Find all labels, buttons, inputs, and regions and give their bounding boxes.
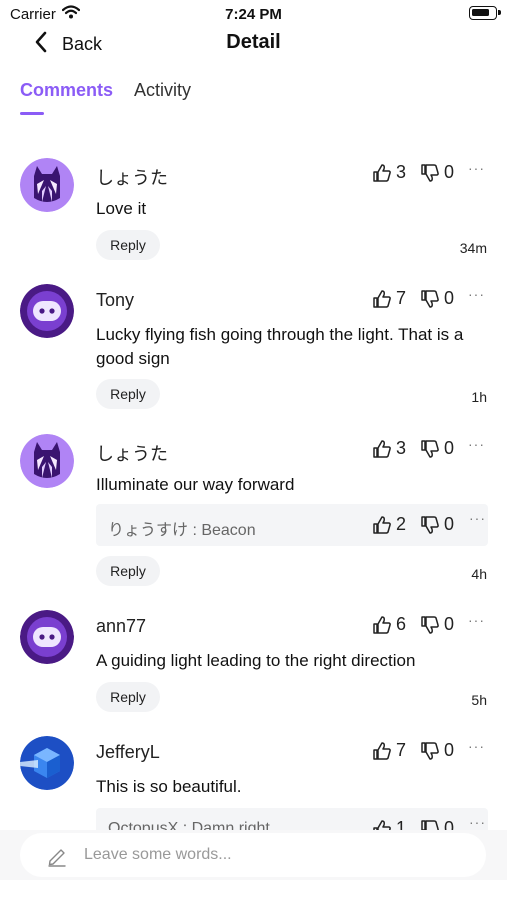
thumbs-up-icon (373, 615, 391, 634)
like-count: 3 (396, 438, 407, 458)
dislike-count: 0 (444, 438, 455, 458)
thumbs-up-icon (373, 819, 391, 830)
thumbs-up-icon (373, 439, 391, 458)
comment-author: しょうた (96, 444, 168, 464)
thumbs-up-icon (373, 163, 391, 182)
more-options-icon[interactable]: ··· (469, 510, 486, 526)
comment-text: Lucky flying fish going through the ligh… (96, 325, 464, 368)
dislike-count: 0 (444, 614, 455, 634)
comment-input[interactable]: Leave some words... (20, 833, 486, 877)
reply-button[interactable]: Reply (96, 556, 160, 586)
page-title: Detail (226, 31, 281, 53)
blue-cube-avatar-icon (20, 736, 74, 790)
dislike-button[interactable]: 0 (420, 438, 454, 459)
comment-input-bar: Leave some words... (0, 830, 507, 880)
reply-button[interactable]: Reply (96, 682, 160, 712)
comment-author: JefferyL (96, 742, 160, 762)
more-options-icon[interactable]: ··· (468, 160, 485, 176)
dislike-button[interactable]: 0 (420, 614, 454, 635)
purple-robot-avatar-icon (20, 284, 74, 338)
like-count: 2 (396, 514, 407, 534)
pencil-icon (46, 845, 68, 872)
avatar[interactable] (20, 158, 74, 212)
dislike-count: 0 (444, 162, 455, 182)
comment-author: しょうた (96, 168, 168, 188)
comment-author: Tony (96, 290, 135, 310)
like-button[interactable]: 7 (372, 740, 406, 761)
dislike-button[interactable]: 0 (420, 162, 454, 183)
avatar[interactable] (20, 610, 74, 664)
like-button[interactable]: 3 (372, 162, 406, 183)
like-button[interactable]: 3 (372, 438, 406, 459)
thumbs-down-icon (421, 615, 439, 634)
like-button[interactable]: 6 (372, 614, 406, 635)
nested-reply[interactable]: りょうすけ : Beacon 2 0 ··· (96, 504, 488, 546)
comment-text: A guiding light leading to the right dir… (96, 651, 416, 670)
nested-reply[interactable]: OctopusX : Damn right 1 0 ··· (96, 808, 488, 830)
more-options-icon[interactable]: ··· (468, 612, 485, 628)
nested-reply-text: りょうすけ : Beacon (108, 522, 256, 539)
comment-timestamp: 5h (471, 692, 487, 708)
like-count: 7 (396, 288, 407, 308)
comment-timestamp: 1h (471, 389, 487, 405)
dislike-button[interactable]: 0 (420, 288, 454, 309)
avatar[interactable] (20, 284, 74, 338)
more-options-icon[interactable]: ··· (469, 814, 486, 830)
thumbs-up-icon (373, 289, 391, 308)
more-options-icon[interactable]: ··· (468, 436, 485, 452)
like-button[interactable]: 1 (372, 818, 406, 830)
status-bar: Carrier 7:24 PM (0, 0, 507, 28)
reply-button[interactable]: Reply (96, 379, 160, 409)
tab-activity[interactable]: Activity (134, 80, 191, 101)
thumbs-down-icon (421, 289, 439, 308)
dislike-button[interactable]: 0 (420, 514, 454, 535)
nested-reply-text: OctopusX : Damn right (108, 820, 270, 830)
thumbs-down-icon (421, 163, 439, 182)
comment-author: ann77 (96, 616, 147, 636)
comment-text: Love it (96, 199, 147, 218)
nav-bar: Back Detail (0, 28, 507, 60)
comment-timestamp: 4h (471, 566, 487, 582)
clock: 7:24 PM (225, 6, 282, 23)
like-button[interactable]: 7 (372, 288, 406, 309)
purple-robot-avatar-icon (20, 610, 74, 664)
dislike-count: 0 (444, 288, 455, 308)
like-button[interactable]: 2 (372, 514, 406, 535)
like-count: 7 (396, 740, 407, 760)
comment-text: This is so beautiful. (96, 777, 242, 796)
battery-icon (469, 6, 501, 20)
thumbs-down-icon (421, 741, 439, 760)
dislike-button[interactable]: 0 (420, 818, 454, 830)
thumbs-down-icon (421, 439, 439, 458)
tab-comments[interactable]: Comments (20, 80, 113, 101)
comment-timestamp: 34m (459, 240, 487, 256)
thumbs-up-icon (373, 741, 391, 760)
active-tab-indicator (20, 112, 44, 115)
more-options-icon[interactable]: ··· (468, 286, 485, 302)
thumbs-down-icon (421, 515, 439, 534)
like-count: 6 (396, 614, 407, 634)
avatar[interactable] (20, 736, 74, 790)
dislike-count: 0 (444, 740, 455, 760)
dislike-count: 0 (444, 818, 455, 830)
more-options-icon[interactable]: ··· (468, 738, 485, 754)
like-count: 1 (396, 818, 407, 830)
purple-horned-avatar-icon (20, 158, 74, 212)
comment-text: Illuminate our way forward (96, 475, 295, 494)
thumbs-down-icon (421, 819, 439, 830)
purple-horned-avatar-icon (20, 434, 74, 488)
thumbs-up-icon (373, 515, 391, 534)
dislike-button[interactable]: 0 (420, 740, 454, 761)
dislike-count: 0 (444, 514, 455, 534)
like-count: 3 (396, 162, 407, 182)
avatar[interactable] (20, 434, 74, 488)
reply-button[interactable]: Reply (96, 230, 160, 260)
comment-input-placeholder: Leave some words... (84, 846, 232, 863)
comment-list: しょうた 3 0 ··· Love it Reply 34m Tony 7 0 … (0, 140, 507, 830)
